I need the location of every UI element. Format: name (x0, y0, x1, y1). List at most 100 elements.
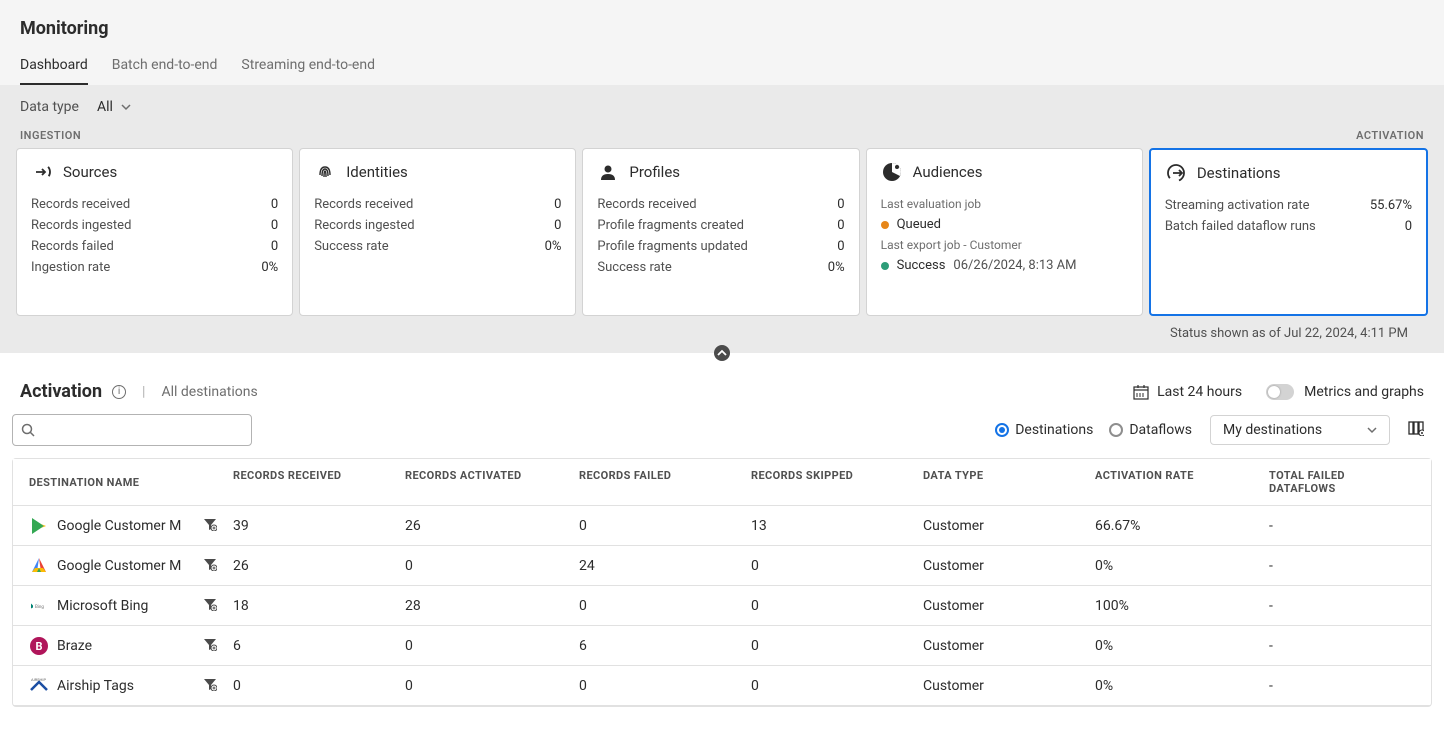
label: Profile fragments updated (597, 239, 747, 254)
tab-batch[interactable]: Batch end-to-end (112, 57, 218, 85)
table-row[interactable]: BBraze6060Customer0%- (13, 626, 1431, 666)
table-row[interactable]: Google Customer M3926013Customer66.67%- (13, 506, 1431, 546)
label: Batch failed dataflow runs (1165, 219, 1316, 234)
radio-dataflows[interactable]: Dataflows (1109, 422, 1192, 438)
cell-name: Google Customer M (13, 516, 225, 536)
th-totalfailed[interactable]: TOTAL FAILED DATAFLOWS (1261, 459, 1421, 505)
cell-skipped: 0 (743, 558, 915, 574)
collapse-handle[interactable] (710, 341, 734, 365)
ingestion-label: INGESTION (20, 129, 81, 142)
cell-datatype: Customer (915, 678, 1087, 694)
card-identities[interactable]: Identities Records received0 Records ing… (299, 148, 576, 316)
activation-label: ACTIVATION (1356, 129, 1424, 142)
cell-totalfailed: - (1261, 678, 1421, 694)
card-sources[interactable]: Sources Records received0 Records ingest… (16, 148, 293, 316)
data-type-label: Data type (20, 99, 79, 115)
search-input[interactable] (35, 423, 243, 438)
destination-name: Airship Tags (57, 678, 134, 694)
label: Success rate (597, 260, 671, 275)
search-box[interactable] (12, 414, 252, 446)
destinations-dropdown[interactable]: My destinations (1210, 415, 1390, 445)
value: 0 (837, 218, 844, 233)
row-filter-icon[interactable] (203, 557, 217, 575)
label: Records received (597, 197, 696, 212)
table-row[interactable]: AIRSHIPAirship Tags0000Customer0%- (13, 666, 1431, 706)
row-filter-icon[interactable] (203, 517, 217, 535)
destination-logo: AIRSHIP (29, 676, 49, 696)
cell-activated: 28 (397, 598, 571, 614)
th-rate[interactable]: ACTIVATION RATE (1087, 459, 1261, 505)
label: Records ingested (314, 218, 414, 233)
cell-failed: 0 (571, 678, 743, 694)
radio-destinations[interactable]: Destinations (995, 422, 1093, 438)
cell-rate: 0% (1087, 558, 1261, 574)
label: Success rate (314, 239, 388, 254)
destinations-table: DESTINATION NAME RECORDS RECEIVED RECORD… (12, 458, 1432, 707)
cell-skipped: 0 (743, 678, 915, 694)
data-type-select[interactable]: All (97, 99, 131, 115)
cell-skipped: 0 (743, 638, 915, 654)
card-audiences[interactable]: Audiences Last evaluation job Queued Las… (866, 148, 1143, 316)
value: 0 (554, 197, 561, 212)
last-eval-label: Last evaluation job (881, 197, 1128, 211)
column-settings-icon[interactable] (1408, 420, 1424, 440)
time-range-value: Last 24 hours (1157, 384, 1242, 400)
label: Streaming activation rate (1165, 198, 1310, 213)
th-skipped[interactable]: RECORDS SKIPPED (743, 459, 915, 505)
tab-streaming[interactable]: Streaming end-to-end (241, 57, 375, 85)
divider: | (142, 384, 145, 400)
cell-activated: 26 (397, 518, 571, 534)
tab-bar: Dashboard Batch end-to-end Streaming end… (20, 57, 1424, 85)
table-row[interactable]: BingMicrosoft Bing182800Customer100%- (13, 586, 1431, 626)
identities-title: Identities (346, 163, 408, 181)
activation-section-title: Activation (20, 381, 102, 402)
row-filter-icon[interactable] (203, 597, 217, 615)
destinations-icon (1165, 162, 1187, 184)
cell-totalfailed: - (1261, 558, 1421, 574)
tab-dashboard[interactable]: Dashboard (20, 57, 88, 85)
info-icon[interactable]: i (112, 385, 126, 399)
time-range-picker[interactable]: Last 24 hours (1133, 384, 1242, 400)
th-datatype[interactable]: DATA TYPE (915, 459, 1087, 505)
fingerprint-icon (314, 161, 336, 183)
row-filter-icon[interactable] (203, 677, 217, 695)
cell-name: Bing Microsoft Bing (13, 596, 225, 616)
cell-failed: 24 (571, 558, 743, 574)
cell-failed: 0 (571, 598, 743, 614)
th-received[interactable]: RECORDS RECEIVED (225, 459, 397, 505)
value: 0% (545, 239, 562, 254)
chevron-down-icon (1367, 425, 1377, 435)
dropdown-value: My destinations (1223, 422, 1322, 438)
cell-name: AIRSHIP Airship Tags (13, 676, 225, 696)
value: 0% (828, 260, 845, 275)
cell-totalfailed: - (1261, 598, 1421, 614)
row-filter-icon[interactable] (203, 637, 217, 655)
destination-logo: Bing (29, 596, 49, 616)
eval-status-row: Queued (881, 217, 1128, 232)
search-icon (21, 423, 35, 437)
destination-name: Microsoft Bing (57, 598, 148, 614)
th-name[interactable]: DESTINATION NAME (13, 459, 225, 505)
th-failed[interactable]: RECORDS FAILED (571, 459, 743, 505)
destination-logo: B (29, 636, 49, 656)
cell-received: 18 (225, 598, 397, 614)
cell-skipped: 0 (743, 598, 915, 614)
value: 0 (271, 218, 278, 233)
value: 0% (261, 260, 278, 275)
cell-datatype: Customer (915, 598, 1087, 614)
cell-totalfailed: - (1261, 638, 1421, 654)
export-status-row: Success 06/26/2024, 8:13 AM (881, 258, 1128, 273)
table-row[interactable]: Google Customer M260240Customer0%- (13, 546, 1431, 586)
cell-received: 0 (225, 678, 397, 694)
card-destinations[interactable]: Destinations Streaming activation rate55… (1149, 148, 1428, 316)
value: 0 (554, 218, 561, 233)
cell-datatype: Customer (915, 638, 1087, 654)
sources-title: Sources (63, 163, 117, 181)
th-activated[interactable]: RECORDS ACTIVATED (397, 459, 571, 505)
export-time: 06/26/2024, 8:13 AM (953, 258, 1076, 273)
card-profiles[interactable]: Profiles Records received 0 Profile fragm… (582, 148, 859, 316)
metrics-toggle[interactable] (1266, 384, 1294, 400)
profiles-title: Profiles (629, 163, 680, 181)
destination-name: Google Customer M (57, 558, 181, 574)
svg-text:Bing: Bing (35, 604, 44, 610)
